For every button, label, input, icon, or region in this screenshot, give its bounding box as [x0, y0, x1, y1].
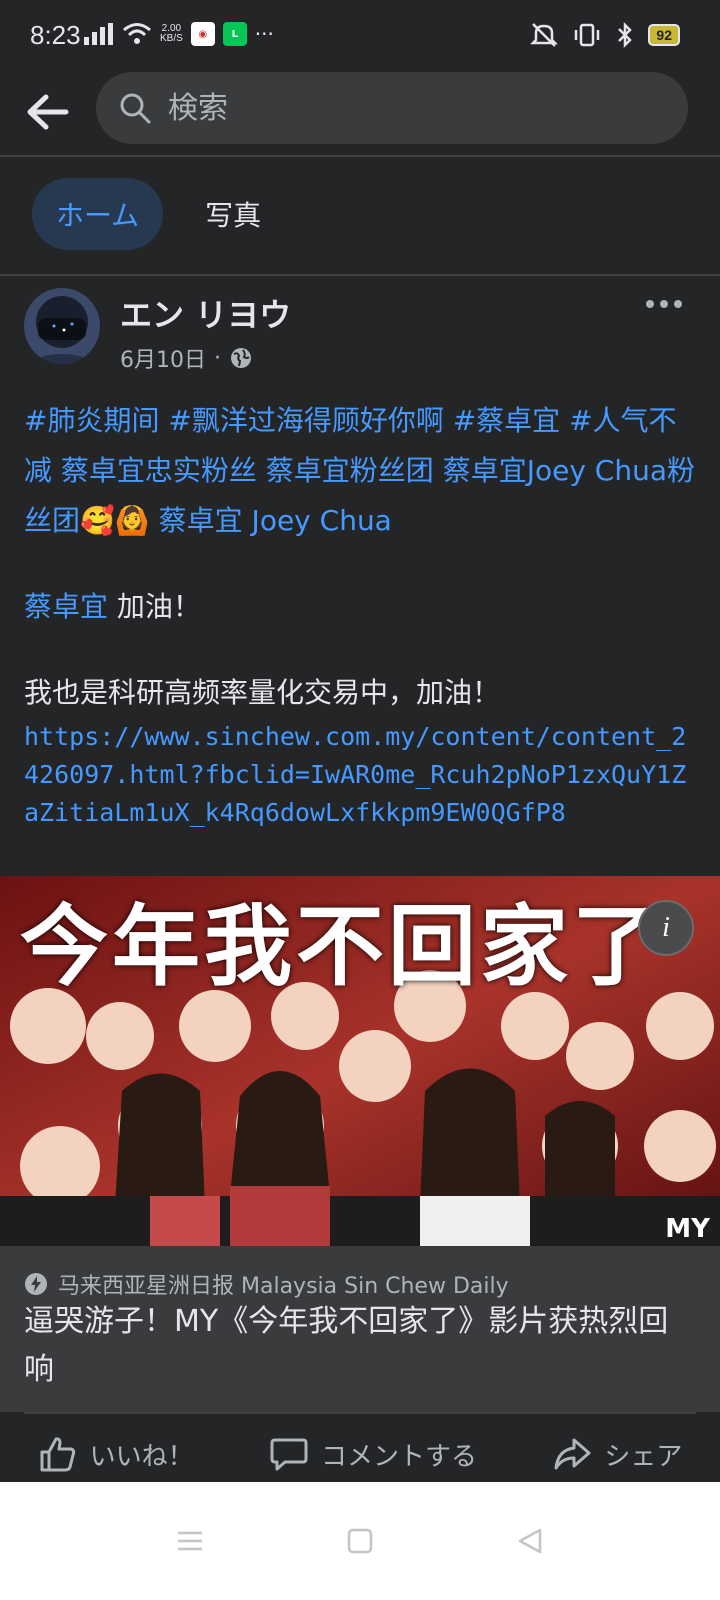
post-meta: 6月10日 ·	[120, 342, 253, 374]
tag-link-joey-chua[interactable]: 蔡卓宜 Joey Chua	[159, 504, 392, 537]
actions-divider	[24, 1412, 696, 1414]
link-source: 马来西亚星洲日报 Malaysia Sin Chew Daily	[24, 1268, 509, 1300]
signal-icon	[84, 23, 113, 45]
more-notifications-icon: ···	[254, 22, 274, 46]
tab-photos[interactable]: 写真	[181, 178, 285, 250]
post-hashtags-line: #肺炎期间 #飘洋过海得顾好你啊 #蔡卓宜 #人气不减 蔡卓宜忠实粉丝 蔡卓宜粉…	[24, 396, 696, 546]
vibrate-icon	[575, 23, 600, 47]
post-emojis: 🥰🙆	[80, 504, 150, 537]
post-line-3: 我也是科研高频率量化交易中，加油！	[24, 676, 501, 709]
source-name: 马来西亚星洲日报 Malaysia Sin Chew Daily	[58, 1274, 509, 1299]
mute-bell-icon	[530, 23, 559, 47]
battery-indicator: 92	[648, 24, 680, 46]
search-icon	[120, 93, 151, 124]
share-arrow-icon	[554, 1438, 591, 1470]
meta-separator: ·	[214, 345, 221, 371]
post-actions: いいね！ コメントする シェア	[0, 1426, 720, 1482]
comment-bubble-icon	[270, 1438, 308, 1471]
post-body: #肺炎期间 #飘洋过海得顾好你啊 #蔡卓宜 #人气不减 蔡卓宜忠实粉丝 蔡卓宜粉…	[24, 396, 696, 832]
corner-logo-text: MY	[665, 1214, 710, 1244]
like-label: いいね！	[89, 1441, 194, 1472]
share-label: シェア	[604, 1441, 683, 1472]
tag-link[interactable]: 蔡卓宜	[24, 590, 108, 623]
status-right-icons: 92	[530, 22, 680, 48]
back-button[interactable]	[24, 88, 72, 136]
status-time: 8:23	[30, 20, 81, 50]
tab-home[interactable]: ホーム	[32, 178, 164, 250]
back-arrow-icon	[27, 94, 69, 130]
link-headline: 逼哭游子！MY《今年我不回家了》影片获热烈回响	[24, 1304, 669, 1387]
system-nav-bar	[0, 1482, 720, 1600]
wifi-icon	[123, 23, 151, 44]
link-preview-image[interactable]: 今年我不回家了 MY i	[0, 876, 720, 1246]
status-left-icons: 2.00 KB/S ◉ L ···	[84, 22, 274, 46]
menu-lines-icon	[178, 1531, 202, 1551]
system-back-button[interactable]	[510, 1521, 550, 1561]
like-button[interactable]: いいね！	[38, 1434, 194, 1474]
post-header: エン リヨウ 6月10日 ·	[24, 288, 696, 373]
search-input[interactable]	[166, 89, 650, 127]
post-author[interactable]: エン リヨウ	[120, 290, 291, 336]
app-notification-icon: ◉	[190, 22, 215, 46]
comment-label: コメントする	[320, 1441, 477, 1472]
link-card[interactable]: 马来西亚星洲日报 Malaysia Sin Chew Daily 逼哭游子！MY…	[0, 1246, 720, 1412]
info-icon: i	[662, 912, 670, 943]
avatar-image	[24, 288, 100, 364]
bluetooth-icon	[618, 22, 633, 48]
top-bar	[0, 72, 720, 156]
share-button[interactable]: シェア	[552, 1434, 682, 1474]
post-line-2: 蔡卓宜 加油！	[24, 590, 201, 623]
post-options-button[interactable]	[644, 292, 684, 316]
avatar[interactable]	[24, 288, 100, 364]
line-app-icon: L	[222, 22, 247, 46]
thumbs-up-icon	[40, 1437, 75, 1472]
net-speed: 2.00 KB/S	[160, 23, 183, 44]
recents-button[interactable]	[170, 1521, 210, 1561]
info-button[interactable]: i	[638, 900, 694, 956]
tabs-divider	[0, 274, 720, 276]
more-horizontal-icon	[646, 300, 682, 308]
comment-button[interactable]: コメントする	[269, 1434, 477, 1474]
square-icon	[347, 1528, 373, 1554]
status-bar: 8:23 2.00 KB/S ◉ L ··· 92	[0, 0, 720, 72]
triangle-back-icon	[518, 1528, 542, 1554]
post-date[interactable]: 6月10日	[120, 342, 206, 374]
post-url-link[interactable]: https://www.sinchew.com.my/content/conte…	[24, 718, 696, 832]
search-bar[interactable]	[96, 72, 688, 144]
banner-title: 今年我不回家了	[20, 895, 665, 998]
lightning-icon	[25, 1273, 47, 1295]
header-divider	[0, 155, 720, 157]
home-button[interactable]	[340, 1521, 380, 1561]
globe-icon	[231, 348, 251, 368]
profile-tabs: ホーム 写真	[32, 178, 285, 250]
